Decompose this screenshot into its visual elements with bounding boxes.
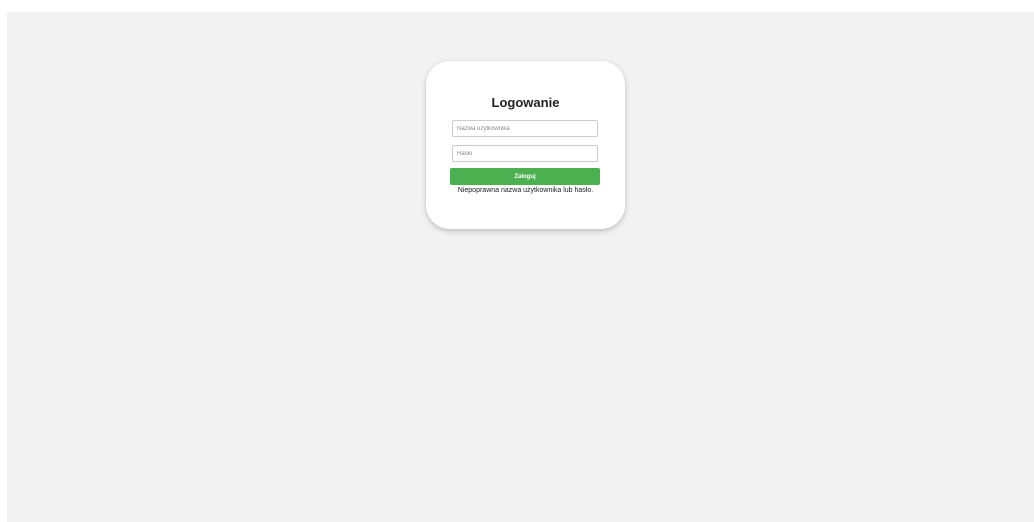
error-message: Niepoprawna nazwa użytkownika lub hasło. [457,187,594,194]
login-button[interactable]: Zaloguj [450,168,600,185]
page-background: Logowanie Zaloguj Niepoprawna nazwa użyt… [7,12,1034,522]
login-title: Logowanie [491,95,560,110]
login-card: Logowanie Zaloguj Niepoprawna nazwa użyt… [426,61,625,229]
username-input[interactable] [452,120,598,137]
password-input[interactable] [452,145,598,162]
